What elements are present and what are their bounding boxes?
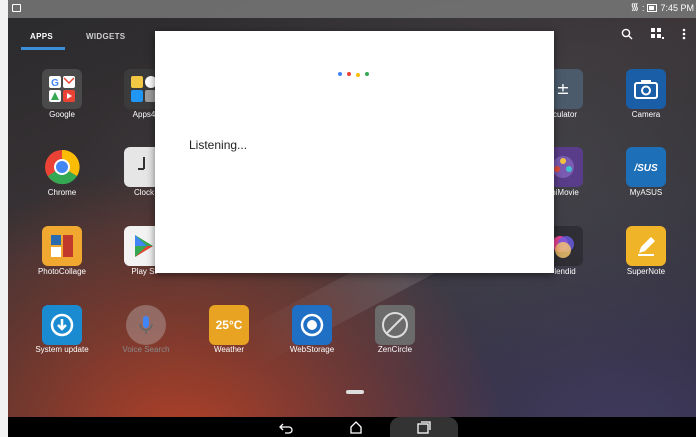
- photocollage-icon[interactable]: [42, 226, 82, 266]
- screen-bezel: [0, 0, 8, 437]
- overflow-menu-icon[interactable]: [682, 28, 686, 43]
- microphone-icon[interactable]: [126, 305, 166, 345]
- status-time: 7:45 PM: [660, 3, 694, 13]
- google-dots-icon: [338, 70, 369, 77]
- weather-icon[interactable]: 25°C: [209, 305, 249, 345]
- app-label-system-update: System update: [35, 345, 89, 354]
- search-icon[interactable]: [621, 28, 633, 43]
- system-update-icon[interactable]: [42, 305, 82, 345]
- recents-icon[interactable]: [412, 417, 436, 437]
- status-separator-icon: :: [641, 3, 645, 13]
- camera-icon[interactable]: [626, 69, 666, 109]
- listening-dot: [356, 73, 360, 77]
- navigation-bar: [8, 417, 696, 437]
- app-label-photocollage: PhotoCollage: [37, 267, 87, 276]
- webstorage-icon[interactable]: [292, 305, 332, 345]
- home-icon[interactable]: [344, 417, 368, 437]
- app-label-supernote: SuperNote: [626, 267, 666, 276]
- listening-dot: [365, 71, 369, 76]
- tablet-screen: ᯾ : 7:45 PM APPS WIDGETS G Google Apps4: [0, 0, 696, 437]
- chrome-icon[interactable]: [42, 147, 82, 187]
- battery-icon: [647, 4, 658, 12]
- app-label-webstorage: WebStorage: [289, 345, 335, 354]
- notification-icon: [12, 4, 21, 12]
- zencircle-icon[interactable]: [375, 305, 415, 345]
- app-label-weather: Weather: [213, 345, 245, 354]
- svg-text:/SUS: /SUS: [633, 163, 658, 174]
- tab-apps[interactable]: APPS: [30, 32, 53, 41]
- wifi-icon: ᯾: [630, 2, 639, 13]
- grid-sort-icon[interactable]: [651, 28, 664, 43]
- drawer-handle[interactable]: [346, 390, 364, 394]
- app-label-voice-search: Voice Search: [122, 345, 170, 354]
- weather-temperature: 25°C: [215, 318, 243, 332]
- status-bar: ᯾ : 7:45 PM: [8, 0, 696, 18]
- app-label-myasus: MyASUS: [629, 188, 663, 197]
- listening-dot: [347, 71, 351, 76]
- app-label-google: Google: [49, 110, 75, 119]
- active-tab-indicator: [21, 47, 65, 50]
- tab-widgets[interactable]: WIDGETS: [86, 32, 125, 41]
- voice-search-dialog: Listening...: [155, 31, 554, 273]
- listening-dot: [338, 71, 342, 76]
- listening-status: Listening...: [189, 138, 248, 152]
- app-label-camera: Camera: [631, 110, 661, 119]
- myasus-icon[interactable]: /SUS: [626, 147, 666, 187]
- back-icon[interactable]: [274, 417, 298, 437]
- drawer-toolbar: [621, 28, 686, 43]
- google-folder-icon[interactable]: G: [42, 69, 82, 109]
- supernote-icon[interactable]: [626, 226, 666, 266]
- app-label-chrome: Chrome: [47, 188, 77, 197]
- svg-text:G: G: [51, 78, 59, 89]
- status-indicators: ᯾ : 7:45 PM: [630, 2, 694, 14]
- app-label-zencircle: ZenCircle: [377, 345, 413, 354]
- svg-text:±: ±: [556, 79, 569, 98]
